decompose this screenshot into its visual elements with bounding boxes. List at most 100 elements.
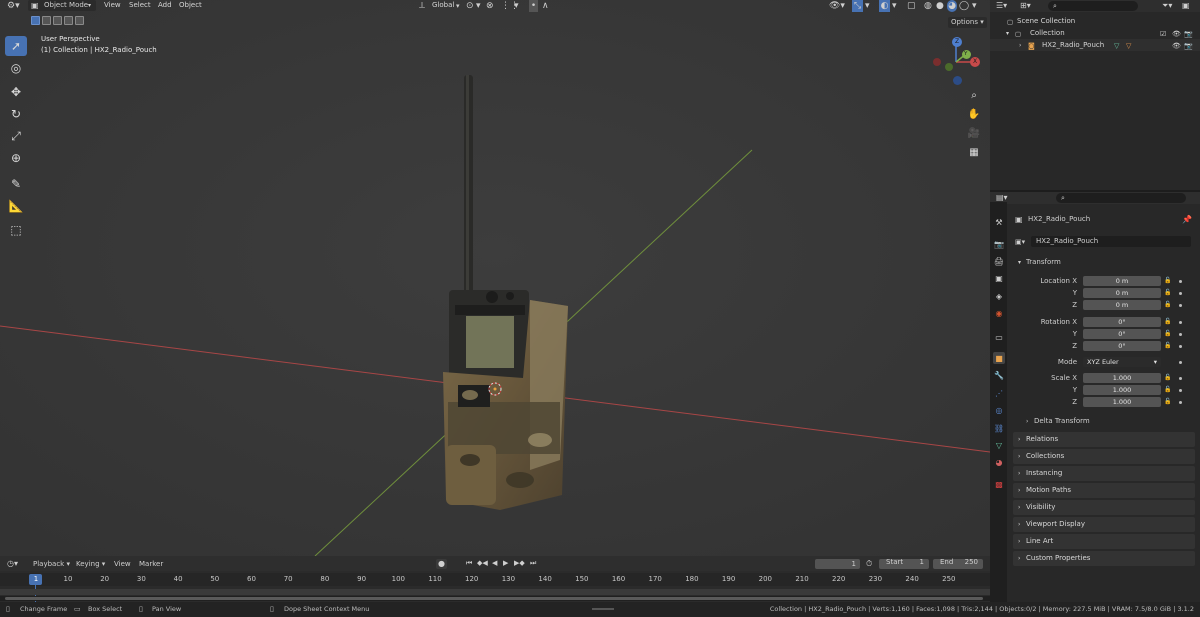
overlay-dropdown-icon[interactable]: ▾ — [892, 0, 897, 12]
lock-icon[interactable]: 🔓 — [1164, 330, 1172, 338]
scrollbar-thumb[interactable] — [5, 597, 983, 600]
play-reverse-icon[interactable]: ◀ — [492, 559, 497, 567]
checkbox-icon[interactable]: ☑ — [1160, 30, 1166, 38]
transform-tool-icon[interactable]: ⊕ — [5, 148, 27, 168]
cursor-tool-icon[interactable]: ◎ — [5, 58, 27, 78]
annotate-tool-icon[interactable]: ✎ — [5, 174, 27, 194]
transform-panel-header[interactable]: ▾ Transform — [1013, 255, 1195, 270]
lock-icon[interactable]: 🔓 — [1164, 374, 1172, 382]
keyframe-dot-icon[interactable] — [1179, 292, 1182, 295]
gizmo-neg-x-icon[interactable] — [933, 58, 941, 66]
scale-z-field[interactable]: 1.000 — [1083, 397, 1161, 407]
gizmo-toggle-icon[interactable]: ⤡ — [852, 0, 863, 12]
panel-visibility[interactable]: › Visibility — [1013, 500, 1195, 515]
jump-end-icon[interactable]: ⏭ — [530, 559, 536, 568]
outliner-row-object[interactable]: › ◙ HX2_Radio_Pouch ▽ ▽ 👁 📷 — [990, 39, 1200, 51]
rotation-z-field[interactable]: 0° — [1083, 341, 1161, 351]
keyframe-dot-icon[interactable] — [1179, 345, 1182, 348]
gizmo-dropdown-icon[interactable]: ▾ — [865, 0, 870, 12]
falloff-icon[interactable]: ∧ — [542, 0, 549, 12]
menu-playback[interactable]: Playback ▾ — [33, 561, 70, 568]
ortho-grid-icon[interactable]: ▦ — [966, 144, 982, 160]
panel-line-art[interactable]: › Line Art — [1013, 534, 1195, 549]
timeline-editor-icon[interactable]: ◷▾ — [7, 559, 18, 568]
menu-marker[interactable]: Marker — [139, 561, 163, 568]
overlay-toggle-icon[interactable]: ◐ — [879, 0, 890, 12]
material-shading-icon[interactable]: ◕ — [947, 0, 957, 12]
snap-dropdown-icon[interactable]: ▾ — [514, 0, 519, 12]
outliner-editor-icon[interactable]: ☰▾ — [996, 1, 1007, 10]
display-mode-icon[interactable]: ⊞▾ — [1020, 1, 1031, 10]
record-icon[interactable]: ● — [436, 559, 447, 569]
lock-icon[interactable]: 🔓 — [1164, 277, 1172, 285]
xray-icon[interactable]: ▢ — [907, 0, 916, 12]
keyframe-dot-icon[interactable] — [1179, 401, 1182, 404]
render-tab-icon[interactable]: 📷 — [993, 238, 1005, 250]
scale-y-field[interactable]: 1.000 — [1083, 385, 1161, 395]
add-cube-tool-icon[interactable]: ⬚ — [5, 220, 27, 240]
menu-add[interactable]: Add — [158, 2, 172, 9]
lock-icon[interactable]: 🔓 — [1164, 342, 1172, 350]
camera-view-icon[interactable]: 🎥 — [966, 125, 982, 141]
3d-viewport[interactable]: ⚙▾ ▣ Object Mode ▾ View Select Add Objec… — [0, 0, 990, 556]
location-y-field[interactable]: 0 m — [1083, 288, 1161, 298]
keyframe-dot-icon[interactable] — [1179, 304, 1182, 307]
panel-motion-paths[interactable]: › Motion Paths — [1013, 483, 1195, 498]
keyframe-dot-icon[interactable] — [1179, 377, 1182, 380]
select-extend-icon[interactable] — [42, 16, 51, 25]
pivot-icon[interactable]: ⊙ — [466, 0, 474, 12]
menu-view[interactable]: View — [104, 2, 121, 9]
location-x-field[interactable]: 0 m — [1083, 276, 1161, 286]
camera-icon[interactable]: 📷 — [1184, 30, 1193, 38]
panel-collections[interactable]: › Collections — [1013, 449, 1195, 464]
jump-keyframe-back-icon[interactable]: ◆◀ — [477, 559, 488, 567]
output-tab-icon[interactable]: 🖨 — [993, 255, 1005, 267]
scale-tool-icon[interactable]: ⤢ — [5, 126, 27, 146]
object-type-dropdown-icon[interactable]: ▣▾ — [1015, 238, 1025, 246]
select-invert-icon[interactable] — [64, 16, 73, 25]
rendered-shading-icon[interactable]: ◯ — [959, 0, 969, 12]
zoom-icon[interactable]: ⌕ — [966, 87, 982, 103]
play-icon[interactable]: ▶ — [503, 559, 508, 567]
resize-handle[interactable] — [592, 608, 614, 610]
menu-object[interactable]: Object — [179, 2, 202, 9]
proportional-edit-icon[interactable]: • — [529, 0, 538, 12]
properties-editor-icon[interactable]: ▤▾ — [996, 193, 1008, 202]
data-tab-icon[interactable]: ▽ — [993, 439, 1005, 451]
solid-shading-icon[interactable]: ● — [936, 0, 944, 12]
eye-icon[interactable]: 👁 — [1172, 30, 1181, 38]
outliner-search-input[interactable]: ⌕ — [1048, 1, 1138, 11]
keyframe-dot-icon[interactable] — [1179, 389, 1182, 392]
shading-dropdown-icon[interactable]: ▾ — [972, 0, 977, 12]
timeline-scrollbar[interactable] — [0, 596, 990, 601]
menu-view[interactable]: View — [114, 561, 131, 568]
gizmo-neg-y-icon[interactable] — [945, 63, 953, 71]
keyframe-dot-icon[interactable] — [1179, 333, 1182, 336]
scale-x-field[interactable]: 1.000 — [1083, 373, 1161, 383]
current-frame-field[interactable]: 1 — [815, 559, 860, 569]
pin-icon[interactable]: 📌 — [1182, 215, 1192, 224]
material-tab-icon[interactable]: ◕ — [993, 456, 1005, 468]
panel-viewport-display[interactable]: › Viewport Display — [1013, 517, 1195, 532]
gizmo-neg-z-icon[interactable] — [953, 76, 962, 85]
end-frame-field[interactable]: End 250 — [933, 559, 983, 569]
select-subtract-icon[interactable] — [53, 16, 62, 25]
lock-icon[interactable]: 🔓 — [1164, 398, 1172, 406]
jump-start-icon[interactable]: ⏮ — [466, 559, 472, 568]
lock-icon[interactable]: 🔓 — [1164, 318, 1172, 326]
new-collection-icon[interactable]: ▣ — [1182, 1, 1190, 10]
transform-orientation[interactable]: Global — [432, 2, 454, 9]
wireframe-shading-icon[interactable]: ◍ — [924, 0, 932, 12]
editor-type-icon[interactable]: ⚙▾ — [7, 0, 20, 12]
camera-icon[interactable]: 📷 — [1184, 42, 1193, 50]
visibility-icon[interactable]: 👁▾ — [829, 0, 845, 12]
texture-tab-icon[interactable]: ▩ — [993, 478, 1005, 490]
stopwatch-icon[interactable]: ⏱ — [866, 559, 872, 569]
properties-search-input[interactable]: ⌕ — [1056, 193, 1186, 203]
snap-icon[interactable]: ⊗ — [486, 0, 494, 12]
keyframe-dot-icon[interactable] — [1179, 280, 1182, 283]
panel-instancing[interactable]: › Instancing — [1013, 466, 1195, 481]
delta-transform-subpanel[interactable]: › Delta Transform — [1022, 415, 1192, 428]
jump-keyframe-forward-icon[interactable]: ▶◆ — [514, 559, 525, 567]
menu-keying[interactable]: Keying ▾ — [76, 561, 105, 568]
